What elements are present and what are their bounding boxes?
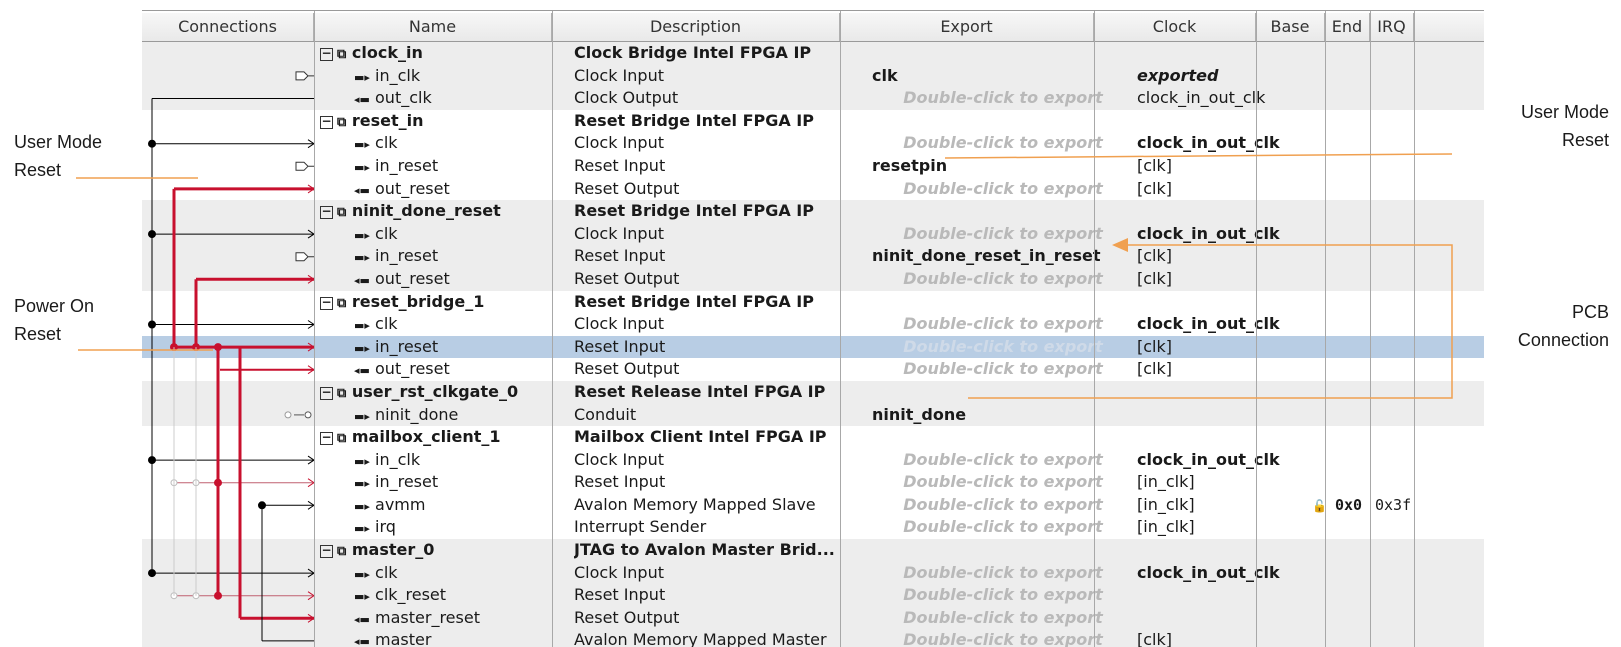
- callout-line2: Reset: [1561, 130, 1609, 150]
- annotation-overlay: [76, 153, 1453, 399]
- callout-line1: User Mode: [1520, 102, 1609, 122]
- callout-user-mode-reset-right: User Mode Reset: [1521, 98, 1609, 154]
- pcb-arrow-icon: [1112, 238, 1128, 252]
- callout-line2: Reset: [14, 160, 62, 180]
- callout-line1: Power On: [14, 296, 95, 316]
- callout-line1: PCB: [1571, 302, 1609, 322]
- leader-user-mode-reset-right: [944, 153, 1453, 159]
- callout-line1: User Mode: [14, 132, 103, 152]
- callout-power-on-reset: Power On Reset: [14, 292, 94, 348]
- leader-pcb-connection: [968, 244, 1453, 399]
- callout-line2: Connection: [1517, 330, 1609, 350]
- callout-user-mode-reset-left: User Mode Reset: [14, 128, 102, 184]
- callout-pcb-connection: PCB Connection: [1518, 298, 1609, 354]
- callout-line2: Reset: [14, 324, 62, 344]
